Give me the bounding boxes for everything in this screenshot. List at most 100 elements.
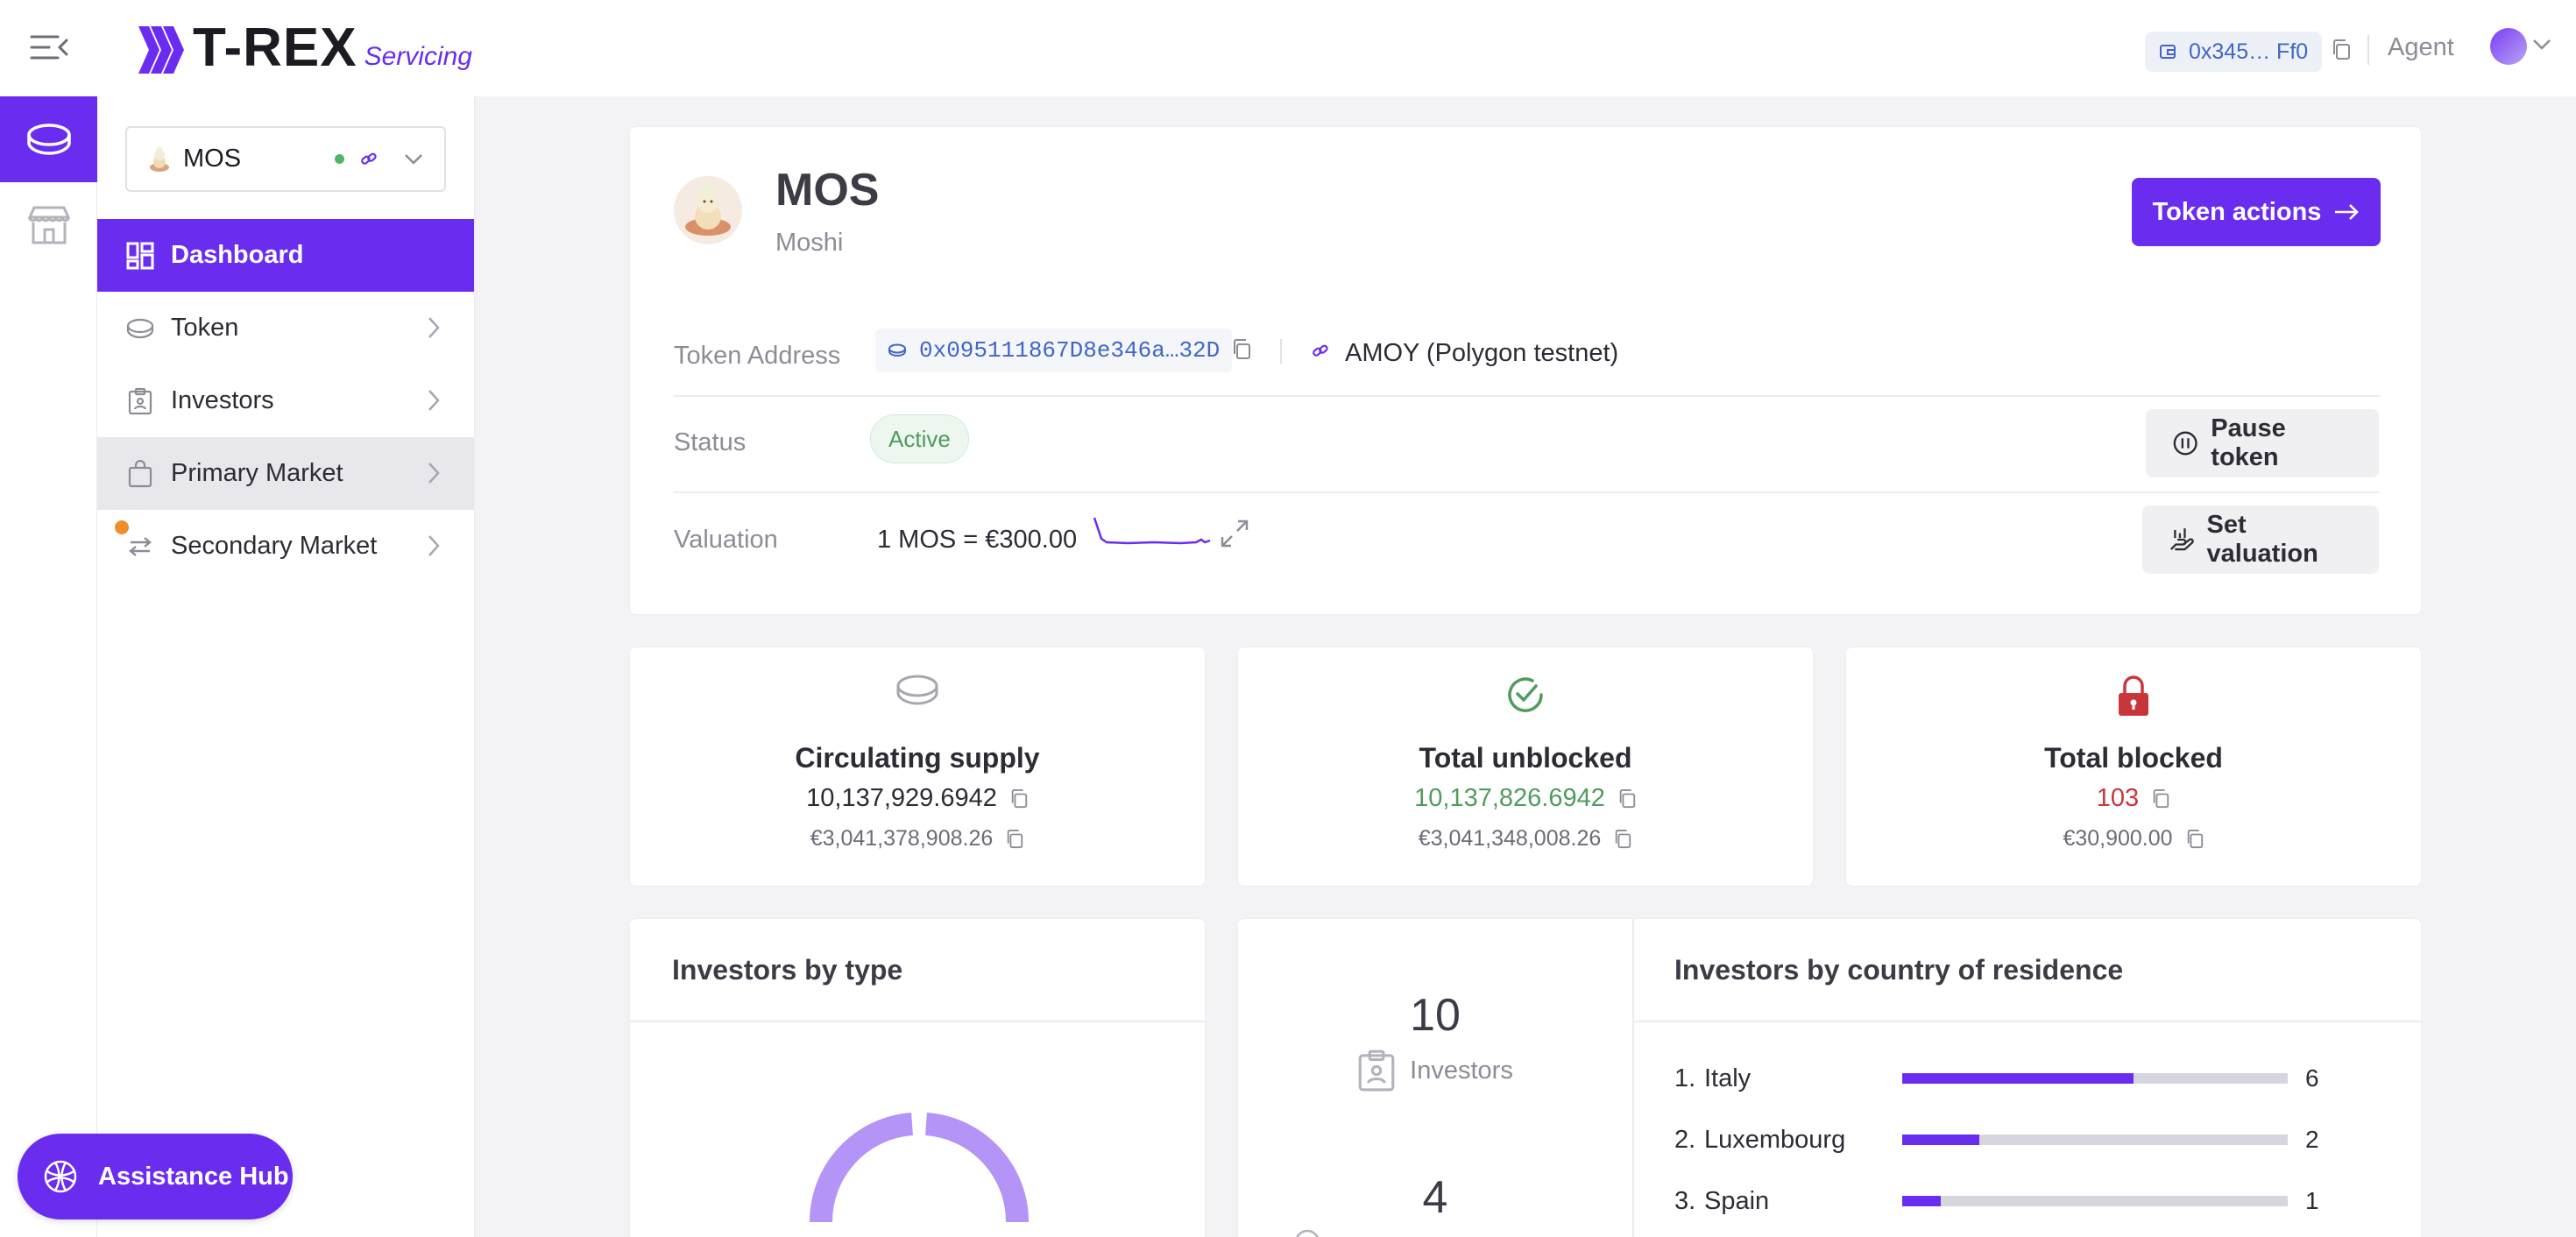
valuation-value: 1 MOS = €300.00 [877, 526, 1078, 554]
pause-icon [2173, 431, 2197, 456]
dashboard-icon [126, 242, 154, 269]
copy-icon[interactable] [1005, 829, 1024, 850]
country-name: Italy [1704, 1064, 1752, 1092]
avatar[interactable] [2490, 28, 2527, 65]
investors-summary-card: 10 Investors 4 Investors by country of r… [1237, 918, 2422, 1237]
section-title: Investors by country of residence [1674, 954, 2124, 986]
investors-type-donut[interactable] [805, 1110, 1033, 1237]
chain-icon [361, 152, 377, 165]
set-valuation-label: Set valuation [2206, 511, 2318, 568]
country-rank: 2. [1674, 1125, 1696, 1154]
rail-marketplace[interactable] [0, 182, 97, 268]
token-selector[interactable]: MOS [125, 126, 446, 192]
country-rank: 3. [1674, 1186, 1696, 1215]
copy-icon[interactable] [2151, 788, 2170, 809]
coin-icon [126, 318, 154, 338]
sidebar-item-secondary-market[interactable]: Secondary Market [97, 510, 474, 583]
coin-icon [888, 343, 906, 357]
country-bar-fill [1902, 1073, 2134, 1084]
copy-icon[interactable] [2185, 829, 2204, 850]
network-status-dot [335, 154, 344, 164]
wallet-address-chip[interactable]: 0x345… Ff0 [2145, 32, 2323, 72]
section-divider [630, 1021, 1205, 1022]
country-bar-fill [1902, 1135, 1979, 1145]
check-circle-icon [1508, 677, 1543, 712]
stat-value: 10,137,929.6942 [806, 784, 997, 812]
section-title: Investors by type [672, 954, 903, 986]
copy-icon[interactable] [2331, 39, 2352, 61]
chevron-right-icon [428, 535, 440, 556]
token-logo [674, 176, 742, 244]
chart-hand-icon [2169, 528, 2194, 551]
clipboard-icon [1358, 1050, 1395, 1092]
stat-title: Circulating supply [795, 742, 1040, 774]
row-divider [674, 491, 2381, 493]
status-badge: Active [870, 414, 969, 463]
logo-subtitle: Servicing [364, 42, 472, 71]
sidebar-nav: Dashboard Token Investors Primary Market… [97, 219, 474, 583]
token-overview-card: MOS Moshi Token actions Token Address 0x… [629, 126, 2422, 615]
clipboard-icon [128, 387, 152, 414]
section-divider [1634, 1021, 2421, 1022]
sidebar-item-token[interactable]: Token [97, 292, 474, 364]
stat-value: 10,137,826.6942 [1414, 784, 1605, 812]
pause-token-button[interactable]: Pause token [2146, 409, 2379, 477]
investor-count-label: Investors [1410, 1056, 1513, 1085]
valuation-label: Valuation [674, 526, 778, 554]
globe-icon [44, 1160, 77, 1193]
country-bar-row: 2. Luxembourg 2 [1674, 1122, 2445, 1157]
sidebar: MOS Dashboard Token Investors Primary Ma… [97, 96, 475, 1237]
country-bar-track [1902, 1073, 2288, 1084]
stat-title: Total blocked [2044, 742, 2223, 774]
chevron-right-icon [428, 463, 440, 484]
country-name: Spain [1704, 1186, 1770, 1215]
chevron-down-icon[interactable] [2532, 39, 2551, 51]
logo-text: T-REX [193, 18, 357, 78]
lock-icon [2119, 675, 2148, 716]
valuation-sparkline[interactable] [1093, 516, 1212, 551]
token-actions-button[interactable]: Token actions [2132, 178, 2381, 246]
top-bar: T-REX Servicing 0x345… Ff0 Agent [0, 0, 2576, 96]
token-actions-label: Token actions [2152, 197, 2322, 226]
stat-total-unblocked: Total unblocked 10,137,826.6942 €3,041,3… [1237, 647, 1814, 887]
coin-icon [26, 124, 71, 155]
country-name: Luxembourg [1704, 1125, 1846, 1154]
country-rank: 1. [1674, 1064, 1696, 1092]
copy-icon[interactable] [1613, 829, 1632, 850]
token-name: Moshi [775, 229, 844, 257]
copy-icon[interactable] [1009, 788, 1029, 809]
country-bar-fill [1902, 1196, 1941, 1206]
copy-address-icon[interactable] [1231, 338, 1252, 361]
expand-icon[interactable] [1219, 518, 1250, 549]
token-selector-label: MOS [183, 145, 242, 173]
country-count: 1 [2305, 1187, 2319, 1214]
country-count: 6 [2305, 1064, 2319, 1092]
logo[interactable]: T-REX Servicing [137, 21, 472, 75]
sidebar-item-investors[interactable]: Investors [97, 364, 474, 437]
chevron-right-icon [428, 390, 440, 411]
rail-tokens[interactable] [0, 96, 97, 182]
set-valuation-button[interactable]: Set valuation [2142, 505, 2379, 574]
vertical-divider [1632, 919, 1634, 1237]
chevron-down-icon [405, 153, 422, 165]
wallet-address: 0x345… Ff0 [2189, 39, 2309, 64]
menu-collapse-icon[interactable] [30, 32, 68, 63]
token-address-chip[interactable]: 0x095111867D8e346a…32D [875, 329, 1233, 372]
country-count: 2 [2305, 1126, 2319, 1153]
country-bar-track [1902, 1196, 2288, 1206]
divider [2367, 35, 2369, 65]
sidebar-item-primary-market[interactable]: Primary Market [97, 437, 474, 510]
country-bar-row: 1. Italy 6 [1674, 1061, 2445, 1096]
token-avatar-icon [150, 146, 169, 172]
investor-count-value: 10 [1410, 990, 1461, 1041]
copy-icon[interactable] [1617, 788, 1637, 809]
notification-dot [115, 520, 129, 534]
assistance-hub-button[interactable]: Assistance Hub [18, 1134, 293, 1219]
app-rail [0, 96, 97, 1237]
stat-title: Total unblocked [1419, 742, 1632, 774]
investor-category-icon [1296, 1229, 1319, 1237]
network-name: AMOY (Polygon testnet) [1345, 339, 1619, 367]
stat-circulating-supply: Circulating supply 10,137,929.6942 €3,04… [629, 647, 1206, 887]
bag-icon [128, 459, 152, 487]
sidebar-item-dashboard[interactable]: Dashboard [97, 219, 474, 292]
